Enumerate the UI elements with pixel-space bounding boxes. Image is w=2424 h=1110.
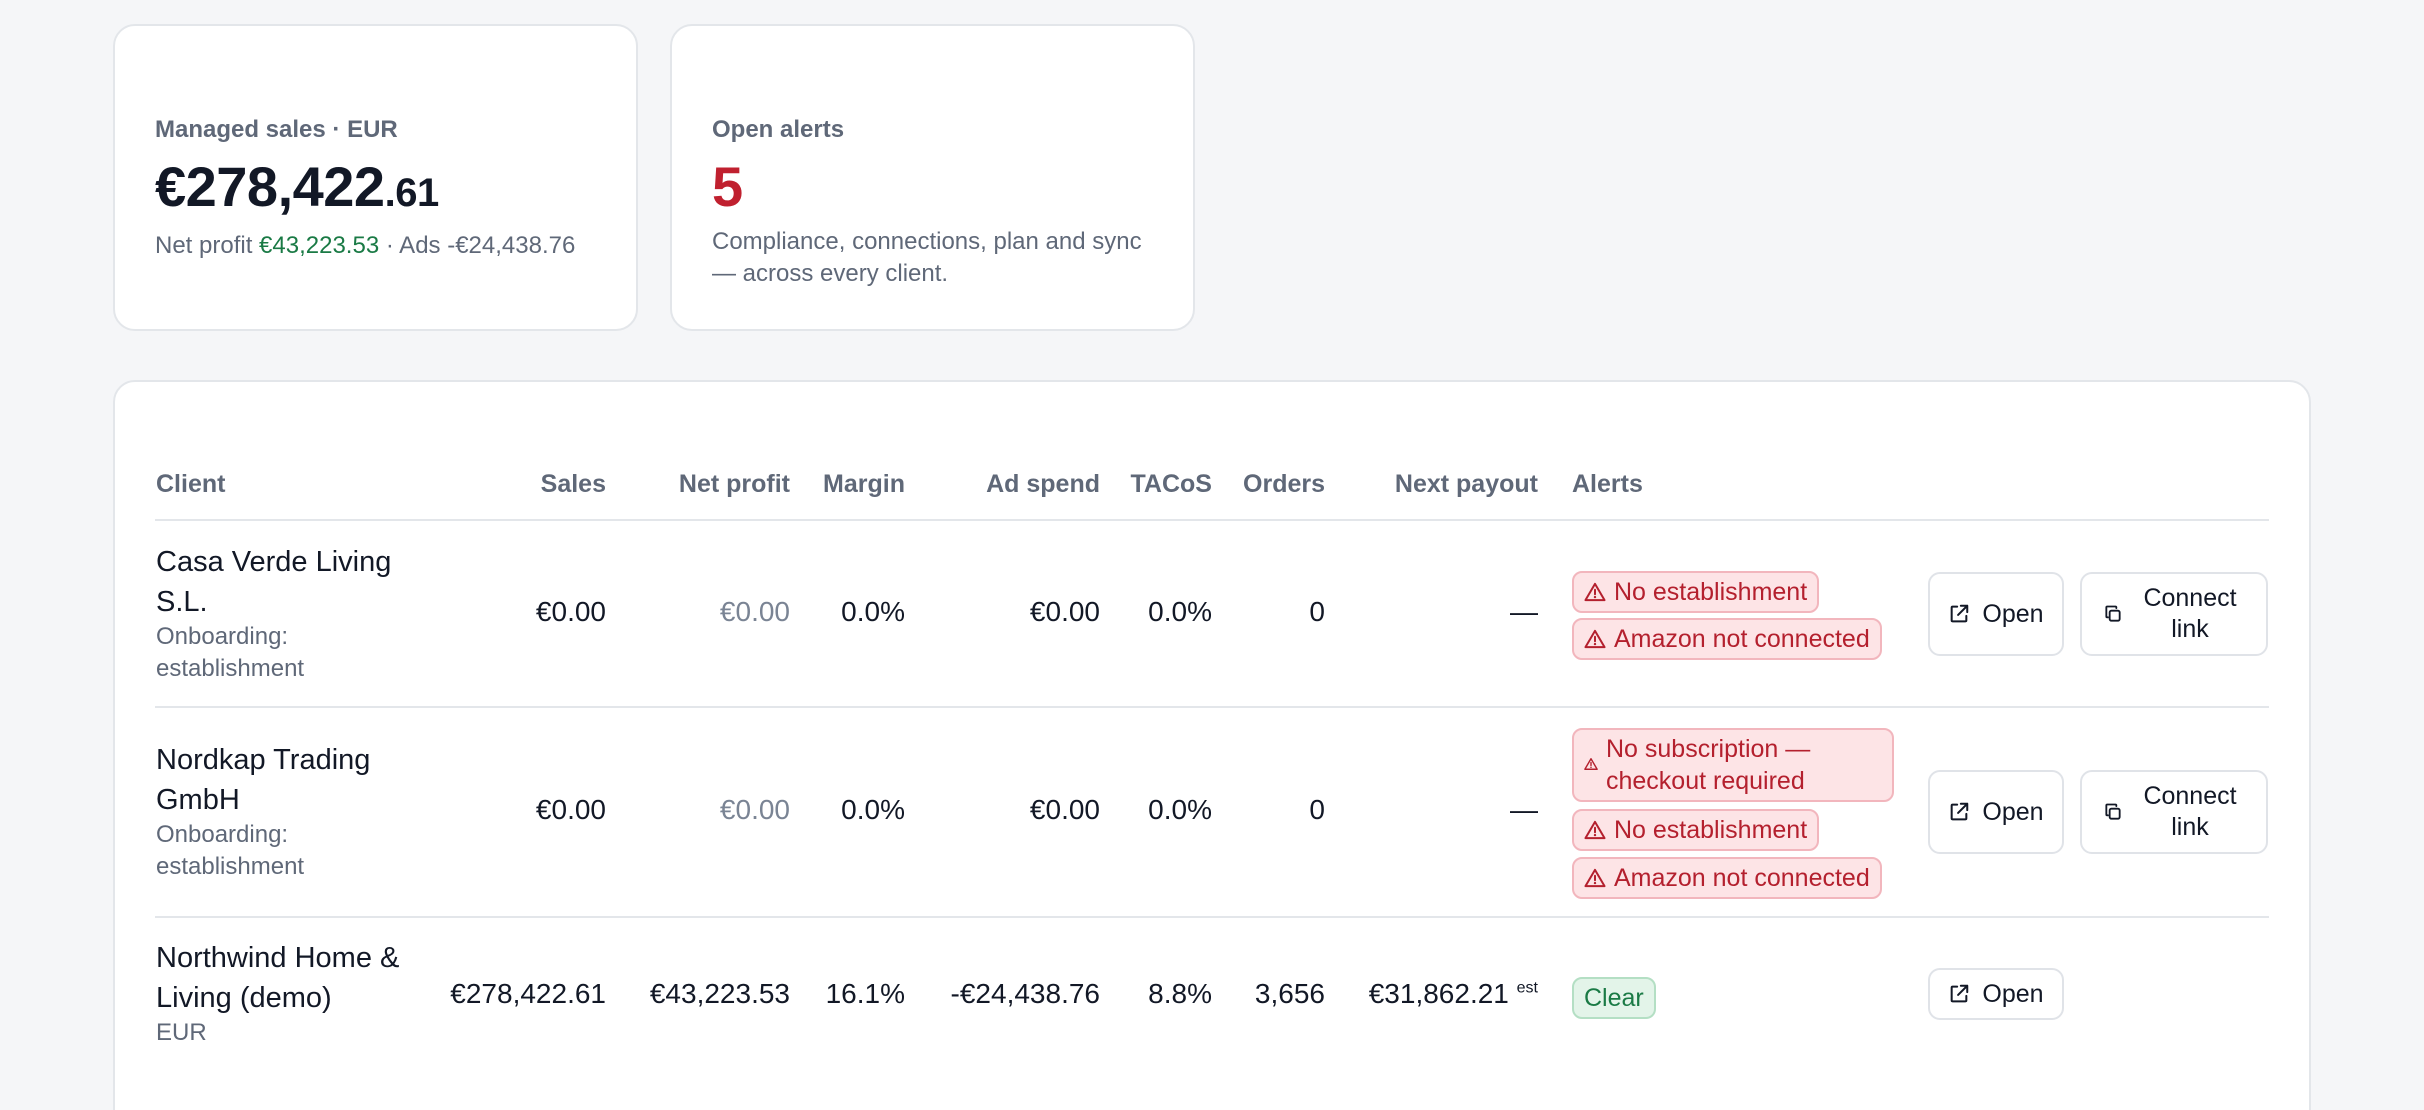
cell-next-payout: — — [1510, 794, 1538, 825]
open-button-label: Open — [1982, 979, 2044, 1008]
header-net-profit[interactable]: Net profit — [640, 470, 790, 499]
cell-net-profit: €0.00 — [719, 794, 790, 825]
client-name[interactable]: Casa Verde Living S.L. — [156, 542, 426, 622]
alert-badge-label: Amazon not connected — [1614, 864, 1870, 892]
cell-sales: €0.00 — [535, 596, 606, 627]
managed-sales-label: Managed sales · EUR — [155, 116, 398, 143]
cell-ad-spend: -€24,438.76 — [950, 978, 1100, 1009]
alert-badge: No establishment — [1572, 809, 1820, 851]
status-badge: Clear — [1572, 977, 1656, 1019]
header-tacos[interactable]: TACoS — [1110, 470, 1212, 499]
cell-sales: €278,422.61 — [450, 978, 606, 1009]
header-margin[interactable]: Margin — [800, 470, 905, 499]
cell-margin: 0.0% — [841, 596, 905, 627]
header-client[interactable]: Client — [156, 470, 225, 499]
ads-value: · Ads -€24,438.76 — [385, 232, 576, 259]
warning-triangle-icon — [1584, 582, 1606, 602]
row-divider — [155, 706, 2269, 708]
alert-badge-label: No establishment — [1614, 578, 1808, 606]
cell-ad-spend: €0.00 — [1029, 794, 1100, 825]
cell-margin: 16.1% — [825, 978, 905, 1009]
open-button-label: Open — [1982, 797, 2044, 826]
managed-sales-main: €278,422 — [155, 155, 385, 218]
cell-next-payout: — — [1510, 596, 1538, 627]
header-alerts[interactable]: Alerts — [1572, 470, 1643, 499]
open-client-button[interactable]: Open — [1928, 968, 2064, 1020]
header-divider — [155, 519, 2269, 521]
copy-link-icon — [2105, 605, 2121, 622]
managed-sales-cents: .61 — [384, 171, 440, 215]
client-currency: EUR — [156, 1019, 207, 1046]
alert-badge: No establishment — [1572, 571, 1820, 613]
connect-button-label: Connect link — [2143, 782, 2237, 841]
managed-sales-card: Managed sales · EUR €278,422.61 Net prof… — [113, 24, 638, 331]
alert-badge-label: No subscription — checkout required — [1606, 735, 1811, 795]
cell-tacos: 8.8% — [1148, 978, 1212, 1009]
connect-link-button[interactable]: Connect link — [2080, 572, 2268, 656]
alert-badge: No subscription — checkout required — [1572, 728, 1894, 802]
managed-sales-value: €278,422.61 — [155, 154, 439, 219]
cell-margin: 0.0% — [841, 794, 905, 825]
warning-triangle-icon — [1584, 820, 1606, 840]
open-alerts-description: Compliance, connections, plan and sync —… — [712, 228, 1142, 287]
header-sales[interactable]: Sales — [470, 470, 606, 499]
net-profit-value: €43,223.53 — [259, 232, 380, 259]
managed-sales-breakdown: Net profit €43,223.53 · Ads -€24,438.76 — [155, 232, 575, 260]
external-link-icon — [1951, 984, 1969, 1003]
connect-button-label: Connect link — [2143, 584, 2237, 643]
cell-orders: 0 — [1309, 794, 1325, 825]
open-client-button[interactable]: Open — [1928, 572, 2064, 656]
cell-sales: €0.00 — [535, 794, 606, 825]
alert-badge: Amazon not connected — [1572, 618, 1882, 660]
net-profit-label: Net profit — [155, 232, 253, 259]
open-alerts-count: 5 — [712, 155, 744, 218]
cell-next-payout: €31,862.21 est — [1340, 978, 1538, 1010]
cell-net-profit: €43,223.53 — [649, 978, 790, 1009]
cell-tacos: 0.0% — [1148, 794, 1212, 825]
cell-orders: 0 — [1309, 596, 1325, 627]
next-payout-value: €31,862.21 — [1368, 978, 1509, 1009]
cell-orders: 3,656 — [1254, 978, 1325, 1009]
alert-badge-label: Amazon not connected — [1614, 625, 1870, 653]
header-next-payout[interactable]: Next payout — [1340, 470, 1538, 499]
client-status: Onboarding: establishment — [156, 623, 305, 682]
cell-ad-spend: €0.00 — [1029, 596, 1100, 627]
header-ad-spend[interactable]: Ad spend — [940, 470, 1100, 499]
warning-triangle-icon — [1584, 868, 1606, 888]
open-alerts-card: Open alerts 5 Compliance, connections, p… — [670, 24, 1195, 331]
external-link-icon — [1951, 604, 1969, 623]
open-client-button[interactable]: Open — [1928, 770, 2064, 854]
warning-triangle-icon — [1584, 758, 1598, 770]
connect-link-button[interactable]: Connect link — [2080, 770, 2268, 854]
copy-link-icon — [2105, 803, 2121, 820]
estimate-note: est — [1516, 979, 1538, 997]
cell-tacos: 0.0% — [1148, 596, 1212, 627]
open-button-label: Open — [1982, 599, 2044, 628]
row-divider — [155, 916, 2269, 918]
client-status: Onboarding: establishment — [156, 821, 305, 880]
client-name[interactable]: Nordkap Trading GmbH — [156, 740, 426, 820]
header-orders[interactable]: Orders — [1220, 470, 1325, 499]
alert-badge: Amazon not connected — [1572, 857, 1882, 899]
warning-triangle-icon — [1584, 629, 1606, 649]
open-alerts-label: Open alerts — [712, 116, 845, 143]
client-name[interactable]: Northwind Home & Living (demo) — [156, 938, 426, 1018]
cell-net-profit: €0.00 — [719, 596, 790, 627]
alert-badge-label: No establishment — [1614, 816, 1808, 844]
external-link-icon — [1951, 802, 1969, 821]
